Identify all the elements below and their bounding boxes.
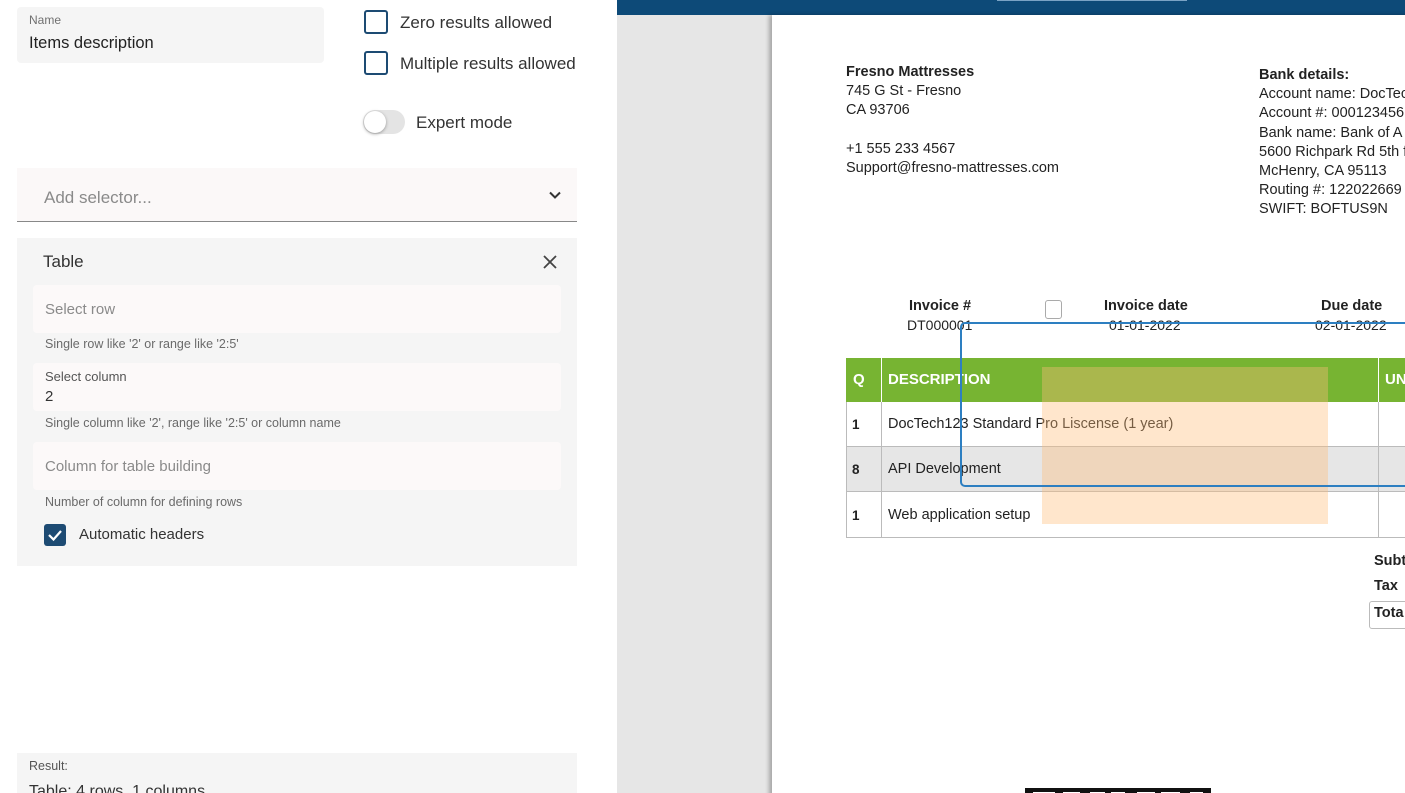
bank-line: SWIFT: BOFTUS9N (1259, 201, 1388, 217)
result-label: Result: (29, 759, 68, 773)
tax-label: Tax (1374, 578, 1398, 594)
result-box: Result: Table: 4 rows, 1 columns (17, 753, 577, 793)
bank-line: Routing #: 122022669 (1259, 182, 1402, 198)
bank-line: 5600 Richpark Rd 5th f (1259, 144, 1405, 160)
header-q-text: Q (853, 371, 865, 388)
extractor-config-panel: Name Items description Zero results allo… (0, 0, 617, 793)
invoice-page[interactable]: Fresno Mattresses 745 G St - Fresno CA 9… (772, 15, 1405, 793)
expert-mode-toggle[interactable] (363, 110, 405, 134)
automatic-headers-label: Automatic headers (79, 526, 205, 543)
bank-line: Account #: 000123456 (1259, 105, 1405, 121)
select-column-label: Select column (45, 369, 127, 384)
company-email: Support@fresno-mattresses.com (846, 160, 1059, 176)
viewer-toolbar (617, 0, 1405, 15)
invoice-date-label: Invoice date (1104, 298, 1188, 314)
qr-code-icon (1025, 788, 1211, 793)
total-box: Tota (1369, 601, 1405, 629)
due-date-label: Due date (1321, 298, 1383, 314)
zero-results-checkbox[interactable] (364, 10, 388, 34)
bank-line: Account name: DocTec (1259, 86, 1405, 102)
column-building-input[interactable]: Column for table building (33, 442, 561, 490)
expert-mode-label: Expert mode (416, 113, 513, 132)
zero-results-label: Zero results allowed (400, 13, 553, 32)
bank-line: Bank name: Bank of A (1259, 125, 1403, 141)
close-icon[interactable] (543, 255, 557, 269)
table-card-title: Table (43, 252, 84, 271)
bank-details-title: Bank details: (1259, 67, 1350, 83)
name-field[interactable]: Name Items description (17, 7, 324, 63)
invoice-number-label: Invoice # (909, 298, 972, 314)
company-address-line1: 745 G St - Fresno (846, 83, 962, 99)
row-quantity: 1 (852, 508, 860, 523)
add-selector-placeholder: Add selector... (44, 188, 152, 207)
total-label: Tota (1374, 605, 1404, 621)
table-selector-card: Table Select row Single row like '2' or … (17, 238, 577, 566)
add-selector-dropdown[interactable]: Add selector... (17, 168, 577, 222)
table-header-q: Q (846, 358, 881, 402)
document-viewer[interactable]: Fresno Mattresses 745 G St - Fresno CA 9… (617, 0, 1405, 793)
select-row-input[interactable]: Select row (33, 285, 561, 333)
select-column-value[interactable]: 2 (45, 388, 53, 405)
toggle-knob (364, 111, 386, 133)
column-divider (881, 402, 882, 538)
selection-rectangle[interactable] (960, 322, 1405, 487)
subtotal-label: Subt (1374, 553, 1405, 569)
company-phone: +1 555 233 4567 (846, 141, 956, 157)
row-quantity: 8 (852, 462, 860, 477)
checkmark-icon (48, 530, 62, 542)
row-description: Web application setup (888, 507, 1031, 523)
company-address-line2: CA 93706 (846, 102, 910, 118)
select-row-placeholder: Select row (45, 301, 116, 318)
column-building-placeholder: Column for table building (45, 458, 211, 475)
viewer-tab-indicator (997, 0, 1187, 1)
multiple-results-label: Multiple results allowed (400, 54, 576, 73)
row-quantity: 1 (852, 417, 860, 432)
chevron-down-icon[interactable] (547, 187, 563, 203)
select-column-hint: Single column like '2', range like '2:5'… (45, 416, 341, 430)
multiple-results-checkbox[interactable] (364, 51, 388, 75)
select-row-hint: Single row like '2' or range like '2:5' (45, 337, 239, 351)
name-field-value[interactable]: Items description (29, 34, 154, 53)
select-column-input[interactable]: Select column 2 (33, 363, 561, 411)
invoice-meta-checkbox[interactable] (1045, 300, 1062, 319)
automatic-headers-checkbox[interactable] (44, 524, 66, 546)
column-building-hint: Number of column for defining rows (45, 495, 243, 509)
result-value: Table: 4 rows, 1 columns (29, 783, 206, 793)
name-field-label: Name (29, 13, 62, 27)
company-name: Fresno Mattresses (846, 64, 975, 80)
bank-line: McHenry, CA 95113 (1259, 163, 1387, 179)
